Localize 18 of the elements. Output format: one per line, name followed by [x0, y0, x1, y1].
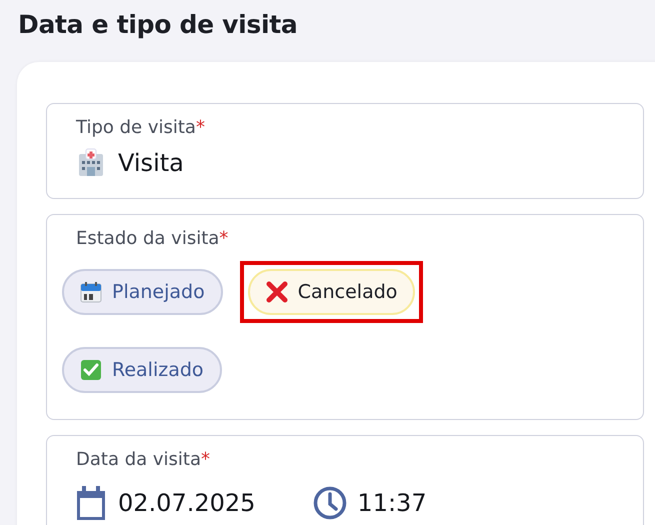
calendar-icon [76, 486, 106, 520]
clock-icon [313, 486, 348, 520]
date-field[interactable]: Data da visita* 02.07.2025 11:37 [46, 435, 644, 525]
visit-type-field[interactable]: Tipo de visita* Visita [46, 103, 644, 199]
date-value: 02.07.2025 [118, 489, 256, 517]
calendar-icon [80, 281, 102, 303]
field-label: Tipo de visita* [76, 116, 206, 140]
status-chip[interactable]: Cancelado [248, 269, 416, 315]
time-value: 11:37 [357, 489, 427, 517]
status-chip[interactable]: Planejado [62, 269, 223, 315]
cross-icon [266, 281, 288, 303]
section-title: Data e tipo de visita [17, 9, 298, 41]
field-label: Data da visita* [76, 448, 211, 472]
hospital-icon [76, 148, 106, 178]
status-chip[interactable]: Realizado [62, 347, 222, 393]
field-value: Visita [118, 149, 184, 177]
field-label: Estado da visita* [75, 227, 230, 251]
check-icon [80, 359, 102, 381]
